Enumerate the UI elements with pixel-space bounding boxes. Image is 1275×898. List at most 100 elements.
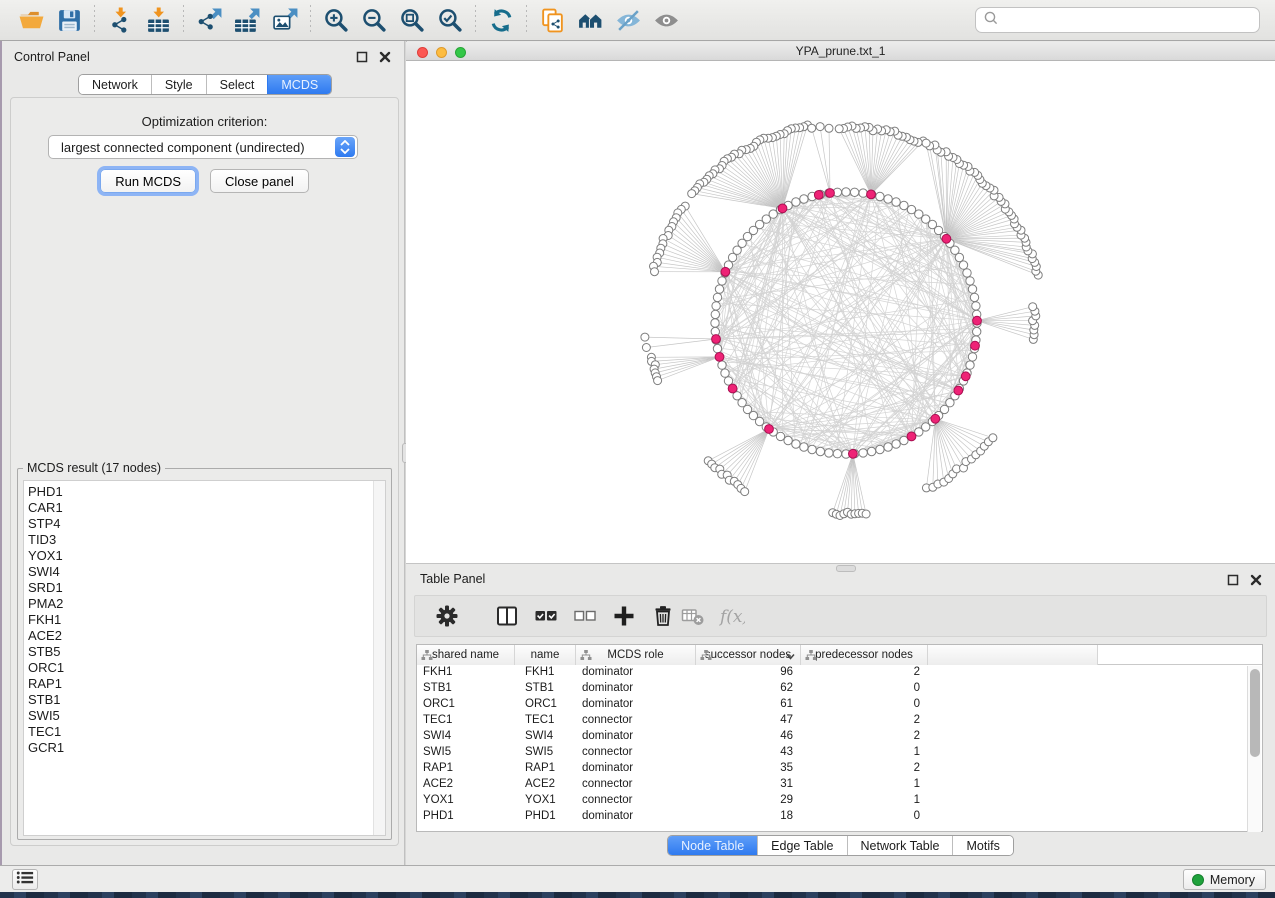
table-cell[interactable]: 2 [801,713,928,729]
refresh-layout-button[interactable] [482,3,520,37]
duplicate-network-button[interactable] [533,3,571,37]
table-cell[interactable]: 1 [801,745,928,761]
table-cell[interactable]: connector [576,745,696,761]
table-cell[interactable]: RAP1 [515,761,576,777]
table-cell[interactable]: SWI5 [515,745,576,761]
table-row[interactable]: YOX1YOX1connector291 [417,793,1262,809]
table-cell[interactable]: 1 [801,777,928,793]
open-file-button[interactable] [12,3,50,37]
column-header-MCDS-role[interactable]: MCDS role [576,645,696,665]
column-header-shared-name[interactable]: shared name [417,645,515,665]
search-input[interactable] [999,10,1259,30]
table-cell[interactable]: connector [576,777,696,793]
close-table-panel-icon[interactable] [1248,572,1263,587]
table-row[interactable]: ORC1ORC1dominator610 [417,697,1262,713]
task-history-button[interactable] [12,869,38,890]
search-box[interactable] [975,7,1260,33]
table-cell[interactable]: YOX1 [417,793,515,809]
zoom-out-button[interactable] [355,3,393,37]
table-cell[interactable]: YOX1 [515,793,576,809]
apply-function-button[interactable]: f(x) [717,601,747,631]
table-row[interactable]: RAP1RAP1dominator352 [417,761,1262,777]
zoom-in-button[interactable] [317,3,355,37]
table-cell[interactable]: 35 [696,761,801,777]
table-cell[interactable]: dominator [576,665,696,681]
mcds-result-item[interactable]: SWI5 [28,708,385,724]
table-cell[interactable]: 43 [696,745,801,761]
table-cell[interactable]: dominator [576,761,696,777]
memory-button[interactable]: Memory [1183,869,1266,890]
export-image-button[interactable] [266,3,304,37]
deselect-all-checks-button[interactable] [570,601,600,631]
table-row[interactable]: PHD1PHD1dominator180 [417,809,1262,825]
table-cell[interactable]: dominator [576,729,696,745]
table-scrollbar[interactable] [1247,666,1261,832]
export-table-button[interactable] [228,3,266,37]
float-panel-icon[interactable] [354,49,369,64]
hide-selected-button[interactable] [609,3,647,37]
table-cell[interactable]: TEC1 [417,713,515,729]
table-cell[interactable]: SWI4 [515,729,576,745]
table-cell[interactable]: dominator [576,809,696,825]
tab-motifs[interactable]: Motifs [952,836,1012,855]
network-canvas[interactable] [406,61,1275,563]
mcds-result-item[interactable]: STB5 [28,644,385,660]
mcds-result-list[interactable]: PHD1CAR1STP4TID3YOX1SWI4SRD1PMA2FKH1ACE2… [23,480,386,836]
export-network-button[interactable] [190,3,228,37]
mcds-result-item[interactable]: TID3 [28,532,385,548]
table-cell[interactable]: SWI5 [417,745,515,761]
table-cell[interactable]: ORC1 [515,697,576,713]
table-cell[interactable]: 2 [801,761,928,777]
table-cell[interactable]: connector [576,793,696,809]
mcds-result-item[interactable]: PHD1 [28,484,385,500]
mcds-result-item[interactable]: CAR1 [28,500,385,516]
tab-node-table[interactable]: Node Table [668,836,757,855]
table-cell[interactable]: dominator [576,697,696,713]
table-cell[interactable]: 96 [696,665,801,681]
table-cell[interactable]: ACE2 [417,777,515,793]
first-neighbors-button[interactable] [571,3,609,37]
table-row[interactable]: FKH1FKH1dominator962 [417,665,1262,681]
mcds-result-item[interactable]: YOX1 [28,548,385,564]
tab-network-table[interactable]: Network Table [847,836,953,855]
table-cell[interactable]: RAP1 [417,761,515,777]
table-row[interactable]: SWI5SWI5connector431 [417,745,1262,761]
mcds-result-item[interactable]: FKH1 [28,612,385,628]
tab-select[interactable]: Select [206,75,268,94]
mcds-result-item[interactable]: TEC1 [28,724,385,740]
delete-table-button[interactable] [678,601,708,631]
column-header-predecessor-nodes[interactable]: predecessor nodes [801,645,928,665]
table-options-button[interactable] [432,601,462,631]
criterion-dropdown[interactable]: largest connected component (undirected) [48,135,358,159]
table-cell[interactable]: 31 [696,777,801,793]
table-cell[interactable]: 61 [696,697,801,713]
mcds-result-item[interactable]: ACE2 [28,628,385,644]
mcds-result-item[interactable]: STP4 [28,516,385,532]
table-cell[interactable]: 2 [801,665,928,681]
table-cell[interactable]: 2 [801,729,928,745]
table-cell[interactable]: dominator [576,681,696,697]
zoom-selected-button[interactable] [431,3,469,37]
table-cell[interactable]: connector [576,713,696,729]
table-cell[interactable]: SWI4 [417,729,515,745]
table-cell[interactable]: ORC1 [417,697,515,713]
table-row[interactable]: TEC1TEC1connector472 [417,713,1262,729]
column-header-successor-nodes[interactable]: successor nodes [696,645,801,665]
mcds-list-scrollbar[interactable] [373,481,385,835]
table-cell[interactable]: 1 [801,793,928,809]
table-row[interactable]: SWI4SWI4dominator462 [417,729,1262,745]
add-column-button[interactable] [609,601,639,631]
table-cell[interactable]: 47 [696,713,801,729]
table-cell[interactable]: ACE2 [515,777,576,793]
show-all-button[interactable] [647,3,685,37]
mcds-result-item[interactable]: RAP1 [28,676,385,692]
table-cell[interactable]: 29 [696,793,801,809]
table-row[interactable]: ACE2ACE2connector311 [417,777,1262,793]
zoom-fit-button[interactable] [393,3,431,37]
table-cell[interactable]: STB1 [417,681,515,697]
select-all-checks-button[interactable] [531,601,561,631]
tab-edge-table[interactable]: Edge Table [757,836,846,855]
table-cell[interactable]: PHD1 [417,809,515,825]
table-cell[interactable]: FKH1 [417,665,515,681]
tab-style[interactable]: Style [151,75,206,94]
